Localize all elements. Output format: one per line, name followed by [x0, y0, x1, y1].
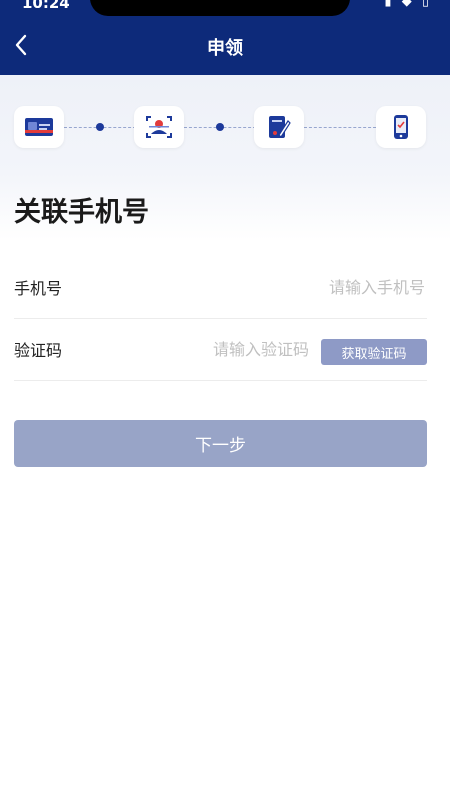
step-dot: [216, 123, 224, 131]
code-row: 验证码 获取验证码: [14, 318, 427, 381]
step-dot: [96, 123, 104, 131]
phone-check-icon: [394, 115, 408, 139]
step-document-sign: [254, 106, 304, 148]
phone-label: 手机号: [14, 279, 63, 298]
get-code-button[interactable]: 获取验证码: [321, 339, 427, 365]
phone-input[interactable]: [203, 272, 427, 302]
app-header: 10:24 ▮ ◆ ▯ 申领: [0, 0, 450, 75]
next-button[interactable]: 下一步: [14, 420, 427, 467]
document-sign-icon: [269, 116, 291, 138]
step-face-scan: [134, 106, 184, 148]
step-phone-check: [376, 106, 426, 148]
page-title: 申领: [207, 38, 243, 59]
status-time: 10:24: [22, 0, 70, 12]
step-connector: [304, 127, 376, 128]
face-scan-icon: [146, 116, 172, 138]
device-notch: [90, 0, 350, 16]
code-input[interactable]: [157, 334, 311, 364]
id-card-icon: [25, 118, 53, 136]
phone-row: 手机号: [14, 256, 427, 319]
progress-stepper: [0, 75, 450, 185]
code-label: 验证码: [14, 341, 63, 360]
step-id-card: [14, 106, 64, 148]
section-heading: 关联手机号: [14, 197, 149, 228]
status-icons: ▮ ◆ ▯: [384, 0, 432, 9]
